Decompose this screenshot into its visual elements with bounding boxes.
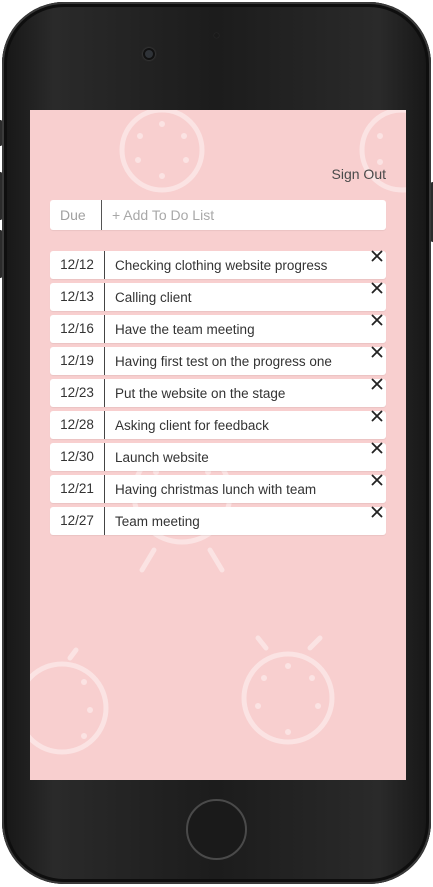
add-todo-bar: Due bbox=[50, 199, 386, 231]
todo-due-date: 12/30 bbox=[50, 443, 105, 471]
todo-due-date: 12/28 bbox=[50, 411, 105, 439]
todo-item[interactable]: 12/13 Calling client bbox=[50, 281, 386, 311]
todo-item[interactable]: 12/30 Launch website bbox=[50, 441, 386, 471]
todo-due-date: 12/27 bbox=[50, 507, 105, 535]
volume-down-button bbox=[0, 230, 2, 278]
mute-switch bbox=[0, 120, 2, 146]
close-icon[interactable] bbox=[370, 441, 384, 455]
todo-text: Put the website on the stage bbox=[115, 385, 286, 401]
todo-item[interactable]: 12/19 Having first test on the progress … bbox=[50, 345, 386, 375]
close-icon[interactable] bbox=[370, 505, 384, 519]
home-button[interactable] bbox=[186, 799, 247, 860]
todo-item[interactable]: 12/12 Checking clothing website progress bbox=[50, 249, 386, 279]
todo-due-date: 12/16 bbox=[50, 315, 105, 343]
phone-frame: Sign Out Due 12/12 Checking clothing web… bbox=[0, 2, 433, 884]
todo-due-date: 12/23 bbox=[50, 379, 105, 407]
todo-text: Have the team meeting bbox=[115, 321, 255, 337]
todo-list: 12/12 Checking clothing website progress… bbox=[50, 249, 386, 539]
close-icon[interactable] bbox=[370, 473, 384, 487]
todo-item[interactable]: 12/27 Team meeting bbox=[50, 505, 386, 535]
close-icon[interactable] bbox=[370, 377, 384, 391]
todo-item[interactable]: 12/16 Have the team meeting bbox=[50, 313, 386, 343]
front-camera bbox=[143, 48, 155, 60]
todo-due-date: 12/13 bbox=[50, 283, 105, 311]
todo-text: Checking clothing website progress bbox=[115, 257, 328, 273]
todo-text: Team meeting bbox=[115, 513, 200, 529]
close-icon[interactable] bbox=[370, 313, 384, 327]
todo-due-date: 12/21 bbox=[50, 475, 105, 503]
todo-due-date: 12/12 bbox=[50, 251, 105, 279]
sign-out-link[interactable]: Sign Out bbox=[332, 166, 386, 182]
todo-due-date: 12/19 bbox=[50, 347, 105, 375]
due-date-field[interactable]: Due bbox=[50, 200, 102, 230]
close-icon[interactable] bbox=[370, 249, 384, 263]
todo-text: Asking client for feedback bbox=[115, 417, 269, 433]
add-todo-input[interactable] bbox=[102, 199, 386, 231]
todo-item[interactable]: 12/23 Put the website on the stage bbox=[50, 377, 386, 407]
close-icon[interactable] bbox=[370, 281, 384, 295]
todo-item[interactable]: 12/21 Having christmas lunch with team bbox=[50, 473, 386, 503]
todo-item[interactable]: 12/28 Asking client for feedback bbox=[50, 409, 386, 439]
close-icon[interactable] bbox=[370, 409, 384, 423]
volume-up-button bbox=[0, 172, 2, 220]
app-screen: Sign Out Due 12/12 Checking clothing web… bbox=[30, 110, 406, 780]
close-icon[interactable] bbox=[370, 345, 384, 359]
proximity-sensor bbox=[214, 33, 219, 38]
todo-text: Launch website bbox=[115, 449, 209, 465]
todo-text: Having first test on the progress one bbox=[115, 353, 332, 369]
todo-text: Calling client bbox=[115, 289, 192, 305]
todo-text: Having christmas lunch with team bbox=[115, 481, 317, 497]
